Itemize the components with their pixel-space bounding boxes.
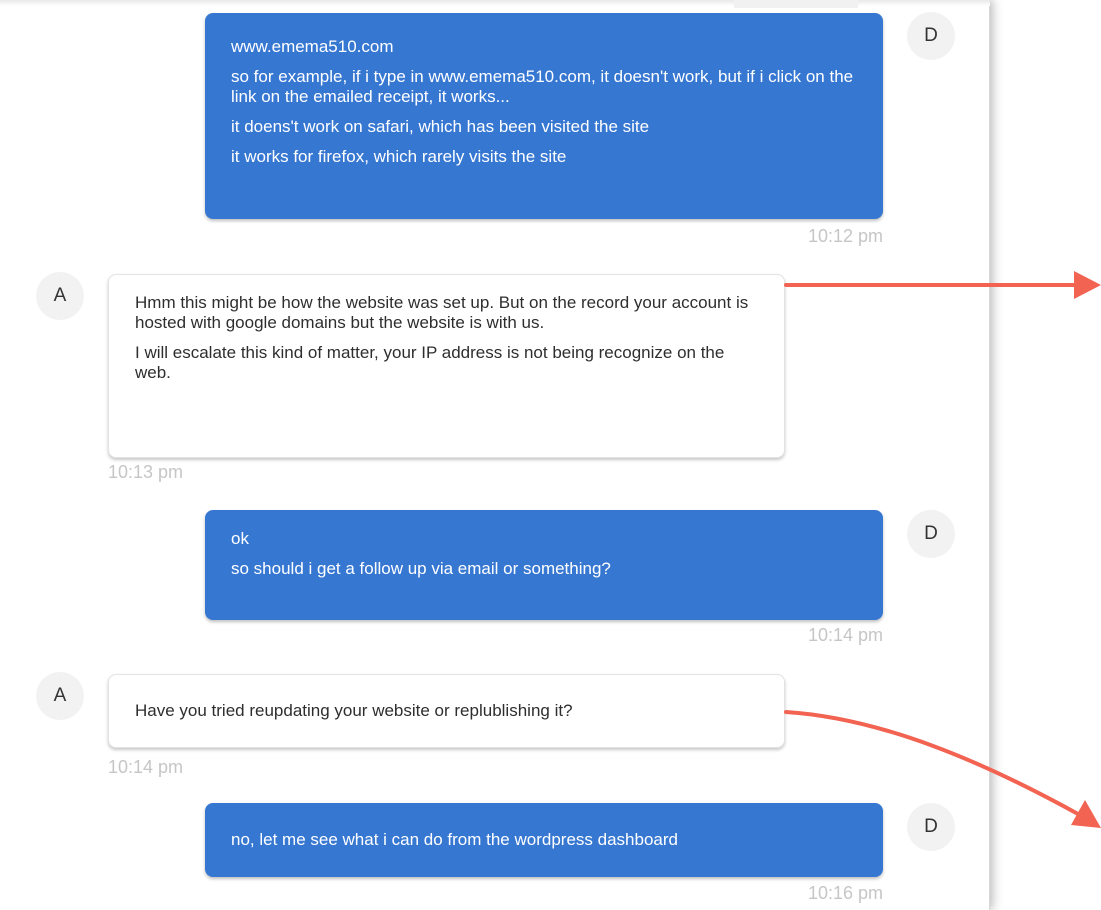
message-bubble-user: www.emema510.com so for example, if i ty…: [205, 13, 883, 219]
message-text: I will escalate this kind of matter, you…: [135, 343, 725, 382]
avatar-agent: A: [36, 272, 84, 320]
avatar-user: D: [907, 12, 955, 60]
message-text: so should i get a follow up via email or…: [231, 559, 611, 578]
message-bubble-agent: Hmm this might be how the website was se…: [108, 274, 785, 458]
message-text: so for example, if i type in www.emema51…: [231, 67, 854, 106]
message-bubble-user: ok so should i get a follow up via email…: [205, 510, 883, 620]
avatar-agent: A: [36, 672, 84, 720]
message-bubble-user: no, let me see what i can do from the wo…: [205, 803, 883, 877]
chat-panel: D www.emema510.com so for example, if i …: [0, 0, 990, 910]
message-text: it doens't work on safari, which has bee…: [231, 117, 650, 136]
message-text: no, let me see what i can do from the wo…: [231, 830, 678, 849]
panel-top-tab: [734, 0, 858, 8]
avatar-user: D: [907, 803, 955, 851]
message-text: Have you tried reupdating your website o…: [135, 701, 573, 720]
message-timestamp: 10:14 pm: [807, 625, 883, 645]
message-timestamp: 10:12 pm: [807, 226, 883, 246]
message-timestamp: 10:14 pm: [108, 757, 184, 777]
message-text: ok: [231, 529, 249, 548]
avatar-user: D: [907, 510, 955, 558]
message-text: www.emema510.com: [231, 37, 394, 56]
message-timestamp: 10:16 pm: [807, 883, 883, 903]
message-timestamp: 10:13 pm: [108, 462, 184, 482]
message-text: Hmm this might be how the website was se…: [135, 293, 749, 332]
message-bubble-agent: Have you tried reupdating your website o…: [108, 674, 785, 748]
message-text: it works for firefox, which rarely visit…: [231, 147, 567, 166]
